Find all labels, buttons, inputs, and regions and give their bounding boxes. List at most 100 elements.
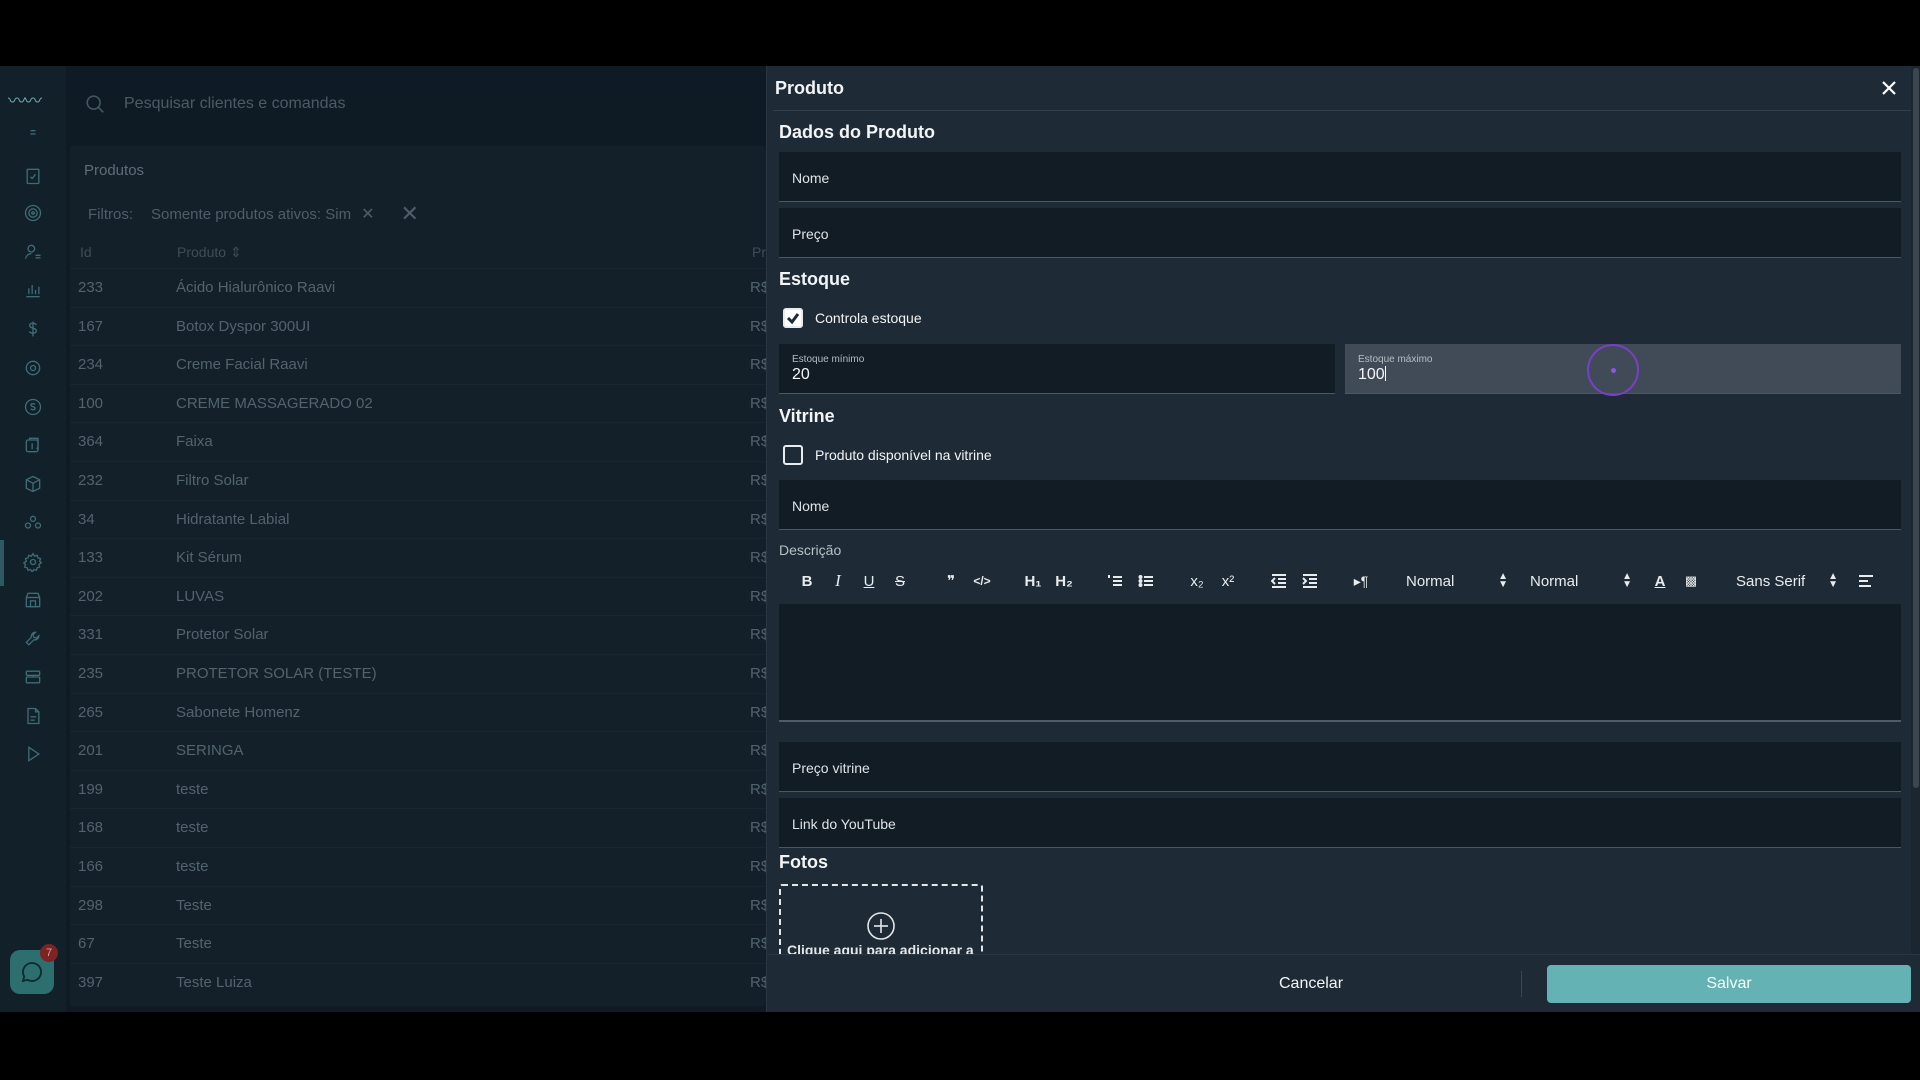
bold-button[interactable]: B [793, 568, 821, 594]
background-color-button[interactable]: ▩ [1677, 568, 1705, 594]
search-icon [86, 95, 104, 113]
gear-nav-item[interactable] [21, 550, 45, 574]
package-nav-item[interactable] [21, 472, 45, 496]
table-row[interactable]: 331 Protetor Solar R$ [70, 615, 769, 654]
align-button[interactable] [1852, 568, 1880, 594]
superscript-button[interactable]: x² [1214, 568, 1242, 594]
row-id: 34 [78, 510, 95, 528]
table-row[interactable]: 67 Teste R$ [70, 924, 769, 963]
table-row[interactable]: 100 CREME MASSAGERADO 02 R$ [70, 383, 769, 423]
close-button[interactable] [1877, 76, 1901, 100]
youtube-link-field[interactable]: Link do YouTube [779, 798, 1901, 848]
list-title: Produtos [84, 162, 145, 179]
h1-button[interactable]: H₁ [1019, 568, 1047, 594]
play-icon [28, 746, 41, 762]
close-icon [1882, 81, 1896, 95]
clipboard-nav-item[interactable] [21, 164, 45, 188]
code-button[interactable]: </> [968, 568, 996, 594]
clear-filters-icon[interactable]: ✕ [401, 201, 419, 227]
max-stock-input[interactable]: 100 [1358, 366, 1386, 384]
table-row[interactable]: 168 teste R$ [70, 808, 769, 847]
column-id[interactable]: Id [80, 244, 92, 260]
text-color-button[interactable]: A [1646, 568, 1674, 594]
name-field-label: Nome [792, 170, 830, 186]
dollar-nav-item[interactable] [21, 317, 45, 341]
outdent-button[interactable] [1265, 568, 1293, 594]
showcase-price-label: Preço vitrine [792, 760, 870, 776]
table-row[interactable]: 167 Botox Dyspor 300UI R$ [70, 306, 769, 346]
table-row[interactable]: 202 LUVAS R$ [70, 576, 769, 616]
coin-nav-item[interactable] [21, 395, 45, 419]
indent-button[interactable] [1296, 568, 1324, 594]
layers-nav-item[interactable] [21, 665, 45, 689]
row-product-name: PROTETOR SOLAR (TESTE) [176, 664, 377, 682]
box-dollar-nav-item[interactable] [21, 433, 45, 457]
row-product-name: teste [176, 819, 209, 837]
subscript-button[interactable]: x₂ [1183, 568, 1211, 594]
table-row[interactable]: 397 Teste Luiza R$ [70, 962, 769, 1002]
table-row[interactable]: 235 PROTETOR SOLAR (TESTE) R$ [70, 653, 769, 693]
filter-chip[interactable]: Somente produtos ativos: Sim ✕ [151, 204, 375, 224]
table-row[interactable]: 232 Filtro Solar R$ [70, 460, 769, 500]
target-nav-item[interactable] [21, 201, 45, 225]
price-field[interactable]: Preço [779, 208, 1901, 258]
menu-nav-item[interactable] [21, 122, 45, 146]
table-row[interactable]: 199 teste R$ [70, 769, 769, 809]
blockquote-button[interactable]: ❞ [937, 568, 965, 594]
wrench-icon [25, 631, 40, 646]
wrench-nav-item[interactable] [21, 627, 45, 651]
text-direction-icon: ▸¶ [1353, 572, 1369, 589]
table-row[interactable]: 298 Teste R$ [70, 885, 769, 925]
bullet-list-button[interactable] [1132, 568, 1160, 594]
size-select[interactable]: Normal ▲ ▼ [1522, 572, 1632, 590]
showcase-name-field[interactable]: Nome [779, 480, 1901, 530]
max-stock-field[interactable]: Estoque máximo 100 [1345, 344, 1901, 396]
search-input[interactable]: Pesquisar clientes e comandas [124, 95, 345, 113]
font-select[interactable]: Sans Serif ▲ ▼ [1728, 572, 1838, 590]
table-row[interactable]: 133 Kit Sérum R$ [70, 538, 769, 577]
header-select[interactable]: Normal ▲ ▼ [1398, 571, 1508, 590]
table-row[interactable]: 34 Hidratante Labial R$ [70, 499, 769, 539]
remove-filter-icon[interactable]: ✕ [361, 206, 374, 223]
chart-nav-item[interactable] [21, 278, 45, 302]
ordered-list-button[interactable] [1101, 568, 1129, 594]
group-nav-item[interactable] [21, 511, 45, 535]
underline-button[interactable]: U [855, 568, 883, 594]
chat-badge: 7 [40, 944, 58, 962]
column-product[interactable]: Produto ⇕ [177, 244, 242, 261]
header-select-value: Normal [1406, 572, 1455, 590]
play-nav-item[interactable] [21, 742, 45, 766]
save-button[interactable]: Salvar [1547, 965, 1911, 1003]
showcase-checkbox-row[interactable]: Produto disponível na vitrine [783, 445, 992, 465]
table-row[interactable]: 364 Faixa R$ [70, 422, 769, 461]
showcase-price-field[interactable]: Preço vitrine [779, 742, 1901, 792]
cancel-button[interactable]: Cancelar [1211, 969, 1411, 999]
global-search[interactable]: Pesquisar clientes e comandas [66, 66, 766, 142]
scrollbar-thumb[interactable] [1913, 68, 1919, 788]
table-row[interactable]: 201 SERINGA R$ [70, 731, 769, 770]
document-nav-item[interactable] [21, 704, 45, 728]
showcase-checkbox[interactable] [783, 445, 803, 465]
settings-cog-nav-item[interactable] [21, 356, 45, 380]
name-field[interactable]: Nome [779, 152, 1901, 202]
italic-button[interactable]: I [824, 568, 852, 594]
table-row[interactable]: 233 Ácido Hialurônico Raavi R$ [70, 268, 769, 307]
controls-stock-checkbox[interactable] [783, 308, 803, 328]
photo-upload-area[interactable]: Clique aqui para adicionar a [779, 884, 983, 954]
min-stock-value: 20 [792, 366, 810, 383]
table-row[interactable]: 166 teste R$ [70, 846, 769, 886]
clipboard-icon [26, 168, 40, 185]
table-row[interactable]: 234 Creme Facial Raavi R$ [70, 345, 769, 384]
select-arrows-icon: ▲ ▼ [1498, 571, 1508, 590]
description-editor[interactable] [779, 604, 1901, 722]
controls-stock-checkbox-row[interactable]: Controla estoque [783, 308, 922, 328]
h2-button[interactable]: H₂ [1050, 568, 1078, 594]
store-nav-item[interactable] [21, 588, 45, 612]
user-nav-item[interactable] [21, 240, 45, 264]
column-price[interactable]: Pr [752, 244, 766, 260]
row-product-name: teste [176, 780, 209, 798]
text-direction-button[interactable]: ▸¶ [1347, 568, 1375, 594]
table-row[interactable]: 265 Sabonete Homenz R$ [70, 692, 769, 732]
strike-button[interactable]: S [886, 568, 914, 594]
min-stock-field[interactable]: Estoque mínimo 20 [779, 344, 1335, 394]
